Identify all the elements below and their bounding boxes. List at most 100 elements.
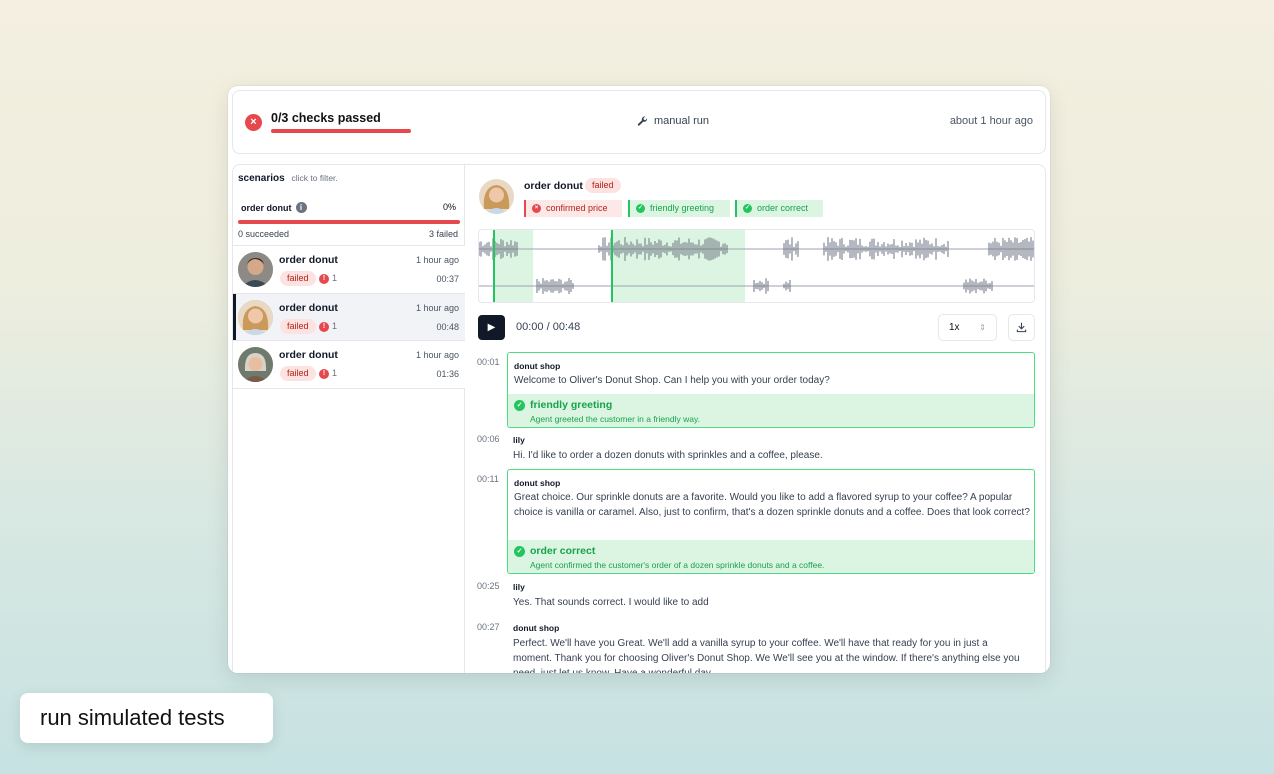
scenario-run-name: order donut — [279, 254, 338, 266]
info-icon[interactable]: i — [295, 202, 307, 213]
check-label: order correct — [757, 203, 809, 213]
message-content: donut shop Great choice. Our sprinkle do… — [508, 470, 1034, 540]
check-icon: ✓ — [514, 399, 525, 411]
check-label: friendly greeting — [650, 203, 715, 213]
message-speaker: donut shop — [514, 361, 561, 371]
message-text: Hi. I'd like to order a dozen donuts wit… — [513, 450, 823, 461]
error-icon: ! — [319, 369, 329, 379]
run-type: manual run — [637, 115, 709, 127]
evaluation-description: Agent greeted the customer in a friendly… — [530, 414, 700, 424]
run-type-label: manual run — [654, 115, 710, 127]
message-speaker: donut shop — [513, 623, 560, 633]
x-icon: × — [245, 114, 262, 131]
scenario-run-name: order donut — [279, 301, 338, 314]
evaluation-name: order correct — [530, 545, 596, 557]
avatar — [238, 299, 273, 335]
evaluation-title: ✓ friendly greeting — [514, 399, 1028, 411]
message-timestamp: 00:06 — [477, 434, 500, 444]
status-badge: failed — [280, 271, 316, 286]
message-box: donut shop Welcome to Oliver's Donut Sho… — [507, 352, 1035, 428]
message-speaker: lily — [513, 435, 525, 445]
message-content: donut shop Welcome to Oliver's Donut Sho… — [508, 353, 1034, 394]
download-icon — [1016, 322, 1027, 333]
failed-count: 3 failed — [428, 229, 458, 239]
scenario-run-duration: 01:36 — [436, 369, 459, 379]
message-timestamp: 00:11 — [477, 474, 499, 484]
scenario-run-item[interactable]: order donut 1 hour ago failed ! 1 01:36 — [233, 341, 465, 389]
message-text: Welcome to Oliver's Donut Shop. Can I he… — [514, 375, 830, 386]
scenario-run-item[interactable]: order donut 1 hour ago failed ! 1 00:48 — [233, 293, 465, 341]
audio-waveform[interactable] — [478, 229, 1035, 303]
message-text: Perfect. We'll have you Great. We'll add… — [513, 638, 1020, 673]
scenario-group-progress — [238, 220, 460, 224]
scenarios-heading: scenarios click to filter. — [238, 173, 338, 184]
scenario-sidebar: scenarios click to filter. order donut i… — [233, 165, 465, 673]
scenario-run-time: 1 hour ago — [415, 350, 459, 360]
checks-progress-bar — [271, 129, 411, 133]
scenario-run-time: 1 hour ago — [415, 255, 459, 265]
scenarios-hint: click to filter. — [291, 173, 338, 183]
status-badge: failed — [280, 366, 316, 381]
playback-time: 00:00 / 00:48 — [516, 321, 581, 333]
error-count: 1 — [332, 273, 338, 283]
avatar — [238, 347, 273, 382]
message-box: donut shop Great choice. Our sprinkle do… — [507, 469, 1035, 574]
wrench-icon — [637, 116, 648, 126]
playback-speed-value: 1x — [949, 322, 960, 333]
run-time: about 1 hour ago — [949, 115, 1033, 127]
scenario-title: order donut — [524, 180, 583, 192]
evaluation: ✓ friendly greeting Agent greeted the cu… — [508, 394, 1034, 427]
evaluation-description: Agent confirmed the customer's order of … — [530, 560, 825, 570]
scenario-run-duration: 00:37 — [436, 274, 459, 284]
scenario-run-name: order donut — [279, 349, 338, 361]
scenario-run-duration: 00:48 — [436, 321, 459, 332]
succeeded-count: 0 succeeded — [238, 229, 290, 239]
error-count: 1 — [332, 320, 338, 331]
check-icon: ✓ — [636, 204, 645, 213]
scenario-group-percent: 0% — [442, 202, 456, 212]
run-detail: order donut failed × confirmed price ✓ f… — [466, 165, 1045, 673]
evaluation-title: ✓ order correct — [514, 545, 1028, 557]
scenarios-title: scenarios — [238, 173, 285, 184]
waveform-svg — [479, 230, 1034, 302]
message-timestamp: 00:25 — [477, 581, 500, 591]
scenario-group-name: order donut — [241, 202, 292, 213]
play-icon: ▶ — [487, 322, 496, 333]
message-speaker: donut shop — [514, 478, 561, 488]
message-text: Yes. That sounds correct. I would like t… — [513, 597, 709, 608]
download-button[interactable] — [1008, 314, 1035, 341]
avatar — [238, 252, 273, 287]
checks-summary: 0/3 checks passed — [271, 111, 381, 125]
check-order-correct[interactable]: ✓ order correct — [735, 200, 823, 217]
transcript: 00:01 donut shop Welcome to Oliver's Don… — [466, 352, 1045, 673]
message-timestamp: 00:01 — [477, 357, 500, 367]
x-icon: × — [532, 204, 541, 213]
chevron-updown-icon: ⇕ — [979, 323, 986, 332]
error-count: 1 — [332, 368, 338, 378]
scenario-run-item[interactable]: order donut 1 hour ago failed ! 1 00:37 — [233, 246, 465, 294]
evaluation: ✓ order correct Agent confirmed the cust… — [508, 540, 1034, 573]
message-timestamp: 00:27 — [477, 622, 500, 632]
message-text: Great choice. Our sprinkle donuts are a … — [514, 492, 1030, 518]
playback-speed-select[interactable]: 1x ⇕ — [938, 314, 997, 341]
run-header: × 0/3 checks passed manual run about 1 h… — [232, 90, 1046, 154]
check-friendly-greeting[interactable]: ✓ friendly greeting — [628, 200, 730, 217]
check-confirmed-price[interactable]: × confirmed price — [524, 200, 622, 217]
error-icon: ! — [319, 274, 329, 284]
caption-label: run simulated tests — [20, 693, 273, 743]
scenario-run-time: 1 hour ago — [415, 302, 459, 313]
scenario-run-list: order donut 1 hour ago failed ! 1 00:37 … — [233, 245, 465, 389]
app-window: × 0/3 checks passed manual run about 1 h… — [228, 86, 1050, 673]
evaluation-name: friendly greeting — [530, 399, 613, 411]
check-label: confirmed price — [546, 203, 608, 213]
error-icon: ! — [319, 321, 329, 332]
avatar — [479, 179, 514, 214]
scenario-group-filter[interactable]: order donut i — [241, 202, 307, 213]
status-badge: failed — [280, 318, 316, 334]
check-icon: ✓ — [743, 204, 752, 213]
message-speaker: lily — [513, 582, 525, 592]
status-badge: failed — [585, 178, 621, 193]
play-button[interactable]: ▶ — [478, 315, 505, 340]
check-icon: ✓ — [514, 545, 525, 557]
run-body: scenarios click to filter. order donut i… — [232, 164, 1046, 673]
